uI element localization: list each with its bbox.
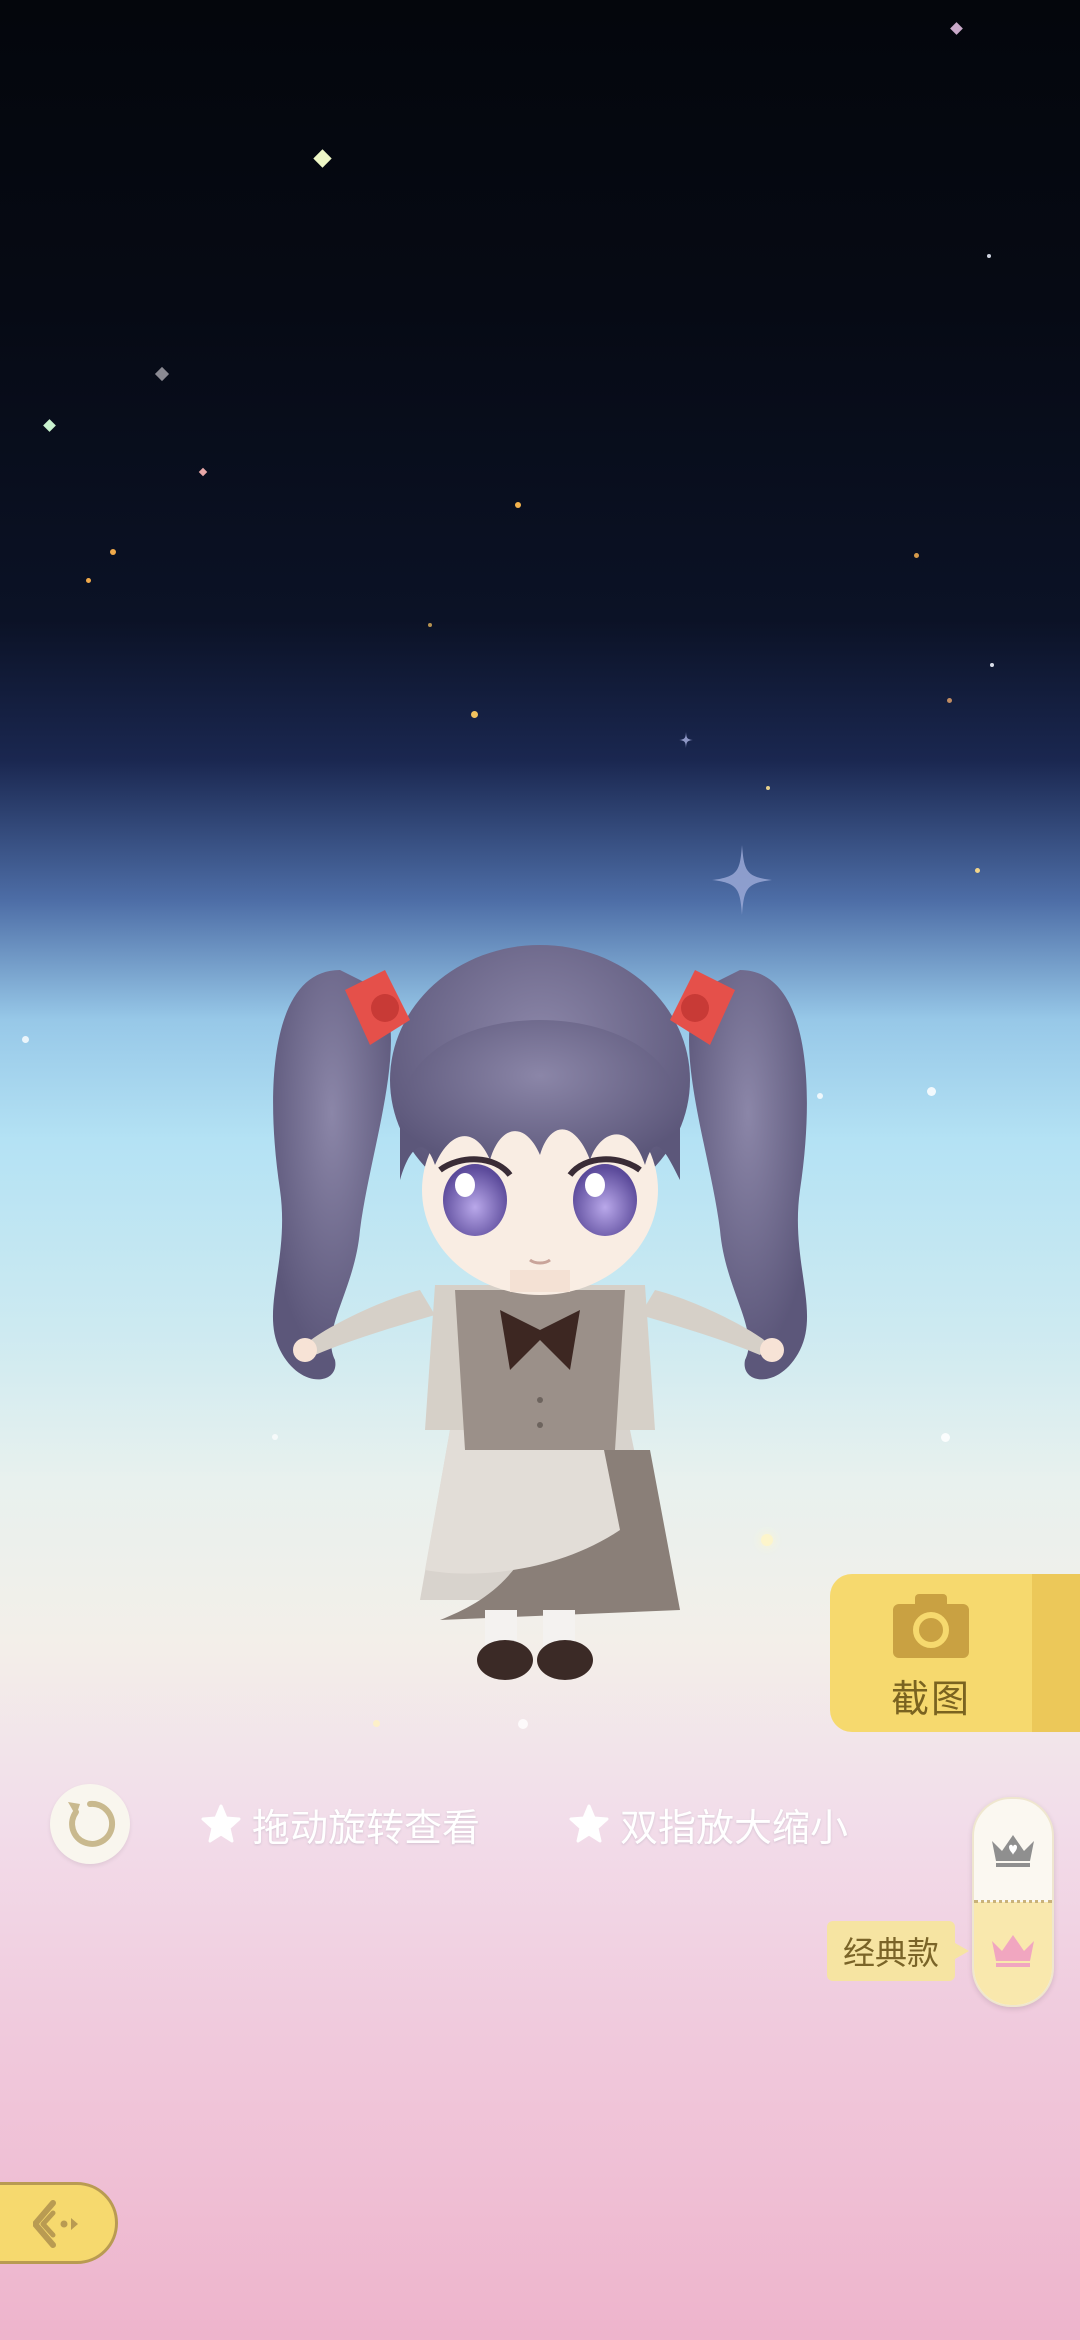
screenshot-button-tab: [1032, 1574, 1080, 1732]
star-decoration: [518, 1719, 528, 1729]
back-arrow-icon: [33, 2200, 78, 2248]
sparkle-icon: [679, 732, 693, 748]
star-decoration: [471, 711, 478, 718]
star-decoration: [198, 467, 208, 477]
star-icon: [569, 1804, 609, 1843]
zoom-hint: 双指放大缩小: [568, 1796, 848, 1852]
toggle-divider: [974, 1900, 1052, 1903]
star-decoration: [428, 623, 432, 627]
star-decoration: [947, 698, 952, 703]
star-decoration: [975, 868, 980, 873]
refresh-icon: [68, 1800, 116, 1847]
star-decoration: [110, 549, 116, 555]
rotate-hint: 拖动旋转查看: [200, 1796, 480, 1852]
star-decoration: [515, 502, 521, 508]
screenshot-label: 截图: [890, 1677, 971, 1721]
star-decoration: [154, 366, 170, 382]
zoom-hint-text: 双指放大缩小: [620, 1805, 849, 1850]
style-toggle[interactable]: [972, 1797, 1054, 2007]
star-icon: [201, 1804, 241, 1843]
sparkle-icon: [712, 845, 772, 915]
star-decoration: [313, 149, 332, 168]
avatar-character[interactable]: [260, 930, 820, 1700]
classic-style-tooltip: 经典款: [827, 1921, 970, 1981]
star-decoration: [941, 1433, 950, 1442]
crown-icon[interactable]: [988, 1829, 1038, 1869]
star-decoration: [43, 419, 56, 432]
star-decoration: [927, 1087, 936, 1096]
star-decoration: [86, 578, 91, 583]
star-decoration: [373, 1720, 380, 1727]
rotate-hint-text: 拖动旋转查看: [252, 1805, 481, 1850]
star-decoration: [990, 663, 994, 667]
star-decoration: [22, 1036, 29, 1043]
crown-icon[interactable]: [988, 1929, 1038, 1969]
back-button[interactable]: [0, 2182, 118, 2264]
star-decoration: [914, 553, 919, 558]
star-decoration: [950, 22, 963, 35]
reset-view-button[interactable]: [50, 1784, 130, 1864]
star-decoration: [987, 254, 991, 258]
camera-icon: [893, 1594, 969, 1658]
screenshot-button[interactable]: 截图: [830, 1574, 1080, 1732]
star-decoration: [766, 786, 770, 790]
